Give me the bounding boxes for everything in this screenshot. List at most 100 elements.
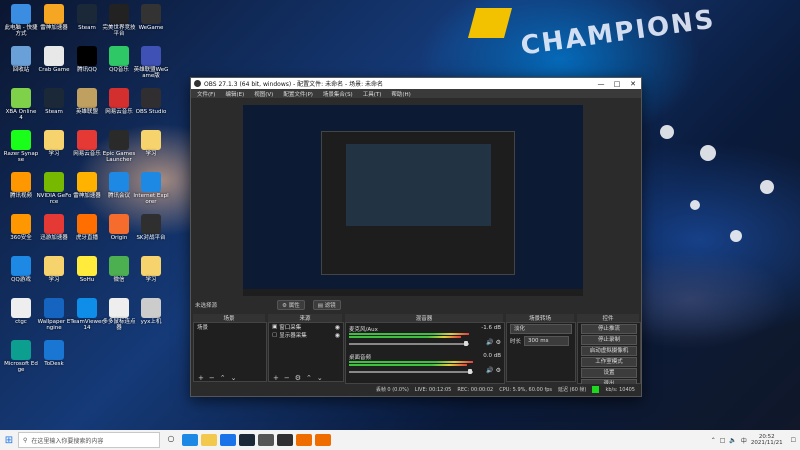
desktop-icon[interactable]: SoHu [69,256,105,283]
desktop-icon[interactable]: Crab Game [36,46,72,73]
menu-item[interactable]: 配置文件(P) [283,90,313,98]
obs-titlebar[interactable]: OBS 27.1.3 (64 bit, windows) - 配置文件: 未命名… [191,78,641,89]
desktop-icon[interactable]: OBS Studio [133,88,169,115]
ime-icon[interactable]: 中 [741,436,747,445]
desktop-icon[interactable]: yyx上机 [133,298,169,325]
obs-icon[interactable] [277,434,293,446]
desktop-icon[interactable]: 完美世界竞技平台 [101,4,137,37]
down-icon[interactable]: ⌄ [231,374,237,382]
desktop-icon[interactable]: 微信 [101,256,137,283]
desktop-icon[interactable]: 多多鼠标连点器 [101,298,137,331]
up-icon[interactable]: ⌃ [306,374,312,382]
desktop-icon[interactable]: Microsoft Edge [3,340,39,373]
desktop-icon[interactable]: XBA Online 4 [3,88,39,121]
desktop-icon[interactable]: 腾讯会议 [101,172,137,199]
desktop-icon[interactable]: 回收站 [3,46,39,73]
desktop-icon[interactable]: 学习 [36,130,72,157]
gear-icon[interactable]: ⚙ [496,339,501,346]
menu-item[interactable]: 编辑(E) [225,90,244,98]
desktop-icon[interactable]: QQ音乐 [101,46,137,73]
desktop-icon[interactable]: 学习 [133,130,169,157]
obs-preview[interactable] [243,105,583,296]
desktop-icon[interactable]: 腾讯QQ [69,46,105,73]
menu-item[interactable]: 视图(V) [254,90,273,98]
desktop-icon[interactable]: 学习 [36,256,72,283]
windows-start-icon[interactable]: ⊞ [0,435,18,446]
add-icon[interactable]: + [198,374,204,382]
speaker-icon[interactable]: 🔊 [486,367,493,374]
menu-item[interactable]: 文件(F) [197,90,215,98]
desktop-icon[interactable]: 网易云音乐 [69,130,105,157]
down-icon[interactable]: ⌄ [317,374,323,382]
remove-icon[interactable]: − [209,374,215,382]
desktop-icon[interactable]: TeamViewer 14 [69,298,105,331]
desktop-icon[interactable]: 学习 [133,256,169,283]
desktop-icon[interactable]: Wallpaper Engine [36,298,72,331]
duration-input[interactable]: 300 ms [524,336,569,346]
app-icon[interactable] [296,434,312,446]
desktop-icon[interactable]: ctgc [3,298,39,325]
studio-mode-button[interactable]: 工作室模式 [581,357,637,367]
volume-knob[interactable] [464,341,468,346]
chevron-up-icon[interactable]: ⌃ [711,437,716,444]
gear-icon[interactable]: ⚙ [496,367,501,374]
desktop-icon[interactable]: 雷神加速器 [36,4,72,31]
menu-item[interactable]: 帮助(H) [391,90,410,98]
minimize-icon[interactable]: — [593,80,609,88]
desktop-icon[interactable]: 360安全 [3,214,39,241]
desktop-icon[interactable]: Internet Explorer [133,172,169,205]
stop-recording-button[interactable]: 停止录制 [581,335,637,345]
desktop-icon[interactable]: 迅游加速器 [36,214,72,241]
eye-icon[interactable]: ◉ [335,332,340,339]
eye-icon[interactable]: ◉ [335,324,340,331]
source-item[interactable]: ▣ 窗口采集 ◉ [269,323,343,332]
volume-knob[interactable] [468,369,472,374]
desktop-icon[interactable]: 此电脑 - 快捷方式 [3,4,39,37]
network-icon[interactable]: □ [720,437,726,444]
store-icon[interactable] [220,434,236,446]
stop-streaming-button[interactable]: 停止推流 [581,324,637,334]
desktop-icon[interactable]: Steam [36,88,72,115]
up-icon[interactable]: ⌃ [220,374,226,382]
menu-item[interactable]: 场景集合(S) [323,90,353,98]
task-view-icon[interactable]: ○ [163,434,179,446]
volume-slider[interactable] [349,371,473,373]
properties-button[interactable]: ⚙ 属性 [277,300,305,310]
steam-icon[interactable] [239,434,255,446]
desktop-icon[interactable]: 腾讯视频 [3,172,39,199]
settings-button[interactable]: 设置 [581,368,637,378]
desktop-icon[interactable]: 网易云音乐 [101,88,137,115]
taskbar-search[interactable]: ⚲ 在这里输入你要搜索的内容 [18,432,160,448]
notification-icon[interactable]: ☐ [791,437,796,444]
mixer-controls[interactable]: 🔊 ⚙ [486,367,501,374]
desktop-icon[interactable]: Razer Synapse [3,130,39,163]
desktop-icon[interactable]: WeGame [133,4,169,31]
terminal-icon[interactable] [258,434,274,446]
menu-item[interactable]: 工具(T) [363,90,382,98]
transition-select[interactable]: 淡化 [510,324,572,334]
close-icon[interactable]: ✕ [625,80,641,88]
desktop-icon[interactable]: Origin [101,214,137,241]
maximize-icon[interactable]: □ [609,80,625,88]
clock[interactable]: 20:52 2021/11/21 [751,434,783,446]
desktop-icon[interactable]: NVIDIA GeForce [36,172,72,205]
desktop-icon[interactable]: ToDesk [36,340,72,367]
mixer-controls[interactable]: 🔊 ⚙ [486,339,501,346]
desktop-icon[interactable]: 雷神加速器 [69,172,105,199]
edge-icon[interactable] [182,434,198,446]
gear-icon[interactable]: ⚙ [295,374,301,382]
remove-icon[interactable]: − [284,374,290,382]
source-item[interactable]: ▢ 显示器采集 ◉ [269,331,343,340]
speaker-icon[interactable]: 🔊 [486,339,493,346]
desktop-icon[interactable]: QQ游戏 [3,256,39,283]
obs-window[interactable]: OBS 27.1.3 (64 bit, windows) - 配置文件: 未命名… [190,77,642,397]
desktop-icon[interactable]: 英雄联盟 [69,88,105,115]
scene-item[interactable]: 场景 [194,323,266,331]
filters-button[interactable]: ▤ 滤镜 [312,300,341,310]
desktop-icon[interactable]: Steam [69,4,105,31]
app-icon[interactable] [315,434,331,446]
virtual-camera-button[interactable]: 启动虚拟摄像机 [581,346,637,356]
desktop-icon[interactable]: Epic Games Launcher [101,130,137,163]
add-icon[interactable]: + [273,374,279,382]
desktop-icon[interactable]: SK对战平台 [133,214,169,241]
